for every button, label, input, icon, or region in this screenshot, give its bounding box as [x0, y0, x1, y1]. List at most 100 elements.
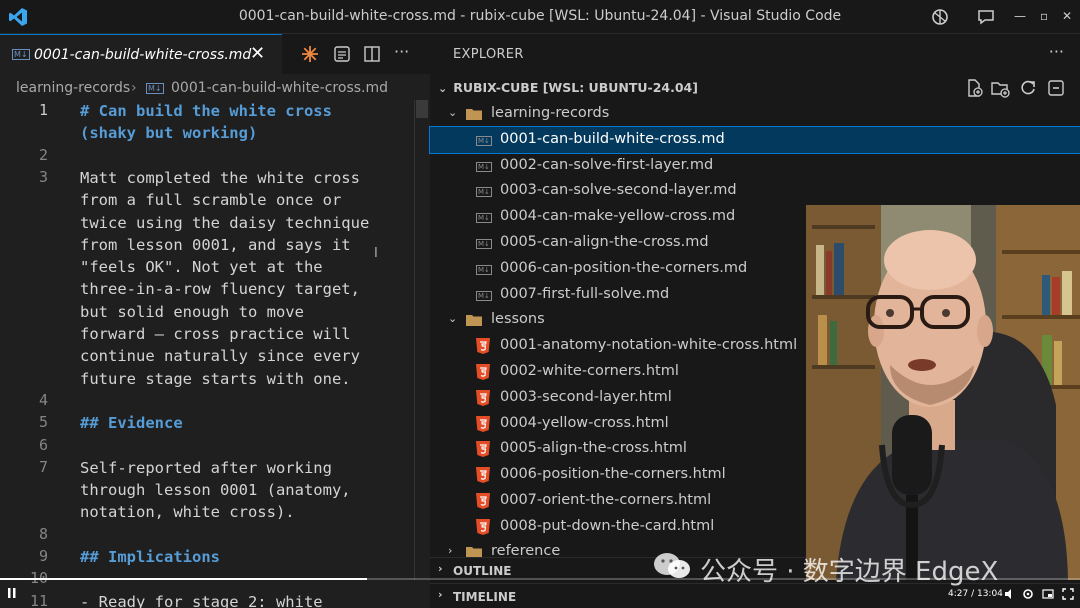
minimize-icon[interactable]: —: [1014, 9, 1026, 23]
file-label: 0004-can-make-yellow-cross.md: [500, 208, 736, 225]
tab-active-file[interactable]: M↓ 0001-can-build-white-cross.md ✕: [0, 34, 282, 74]
folder-label: lessons: [491, 311, 545, 328]
html-file-icon: [476, 441, 490, 458]
line-number: 4: [38, 390, 48, 409]
html-file-icon: [476, 364, 490, 380]
close-window-icon[interactable]: ✕: [1062, 9, 1072, 23]
file-label: 0007-orient-the-corners.html: [500, 492, 712, 508]
editor-divider: [414, 100, 415, 580]
volume-icon[interactable]: [1004, 588, 1016, 600]
breadcrumb-folder[interactable]: learning-records: [16, 80, 130, 96]
html-file-icon: [476, 493, 490, 509]
folder-icon: [466, 315, 482, 327]
tree-file[interactable]: M↓ 0002-can-solve-first-layer.md: [430, 153, 1080, 179]
line-number: 2: [38, 145, 48, 164]
code-line: through lesson 0001 (anatomy,: [80, 481, 351, 500]
code-line: future stage starts with one.: [80, 369, 351, 388]
new-file-icon[interactable]: [964, 78, 984, 98]
chevron-right-icon: ›: [448, 543, 453, 557]
code-line: twice using the daisy technique: [80, 213, 370, 232]
editor-pane[interactable]: 1 2 3 4 5 6 7 8 9 10 11 # Can build the white cros…: [0, 100, 430, 608]
markdown-file-icon: M↓: [476, 264, 492, 275]
markdown-file-icon: M↓: [476, 290, 492, 301]
fullscreen-icon[interactable]: [1062, 588, 1074, 600]
file-label: 0001-can-build-white-cross.md: [500, 130, 725, 147]
chat-icon[interactable]: [976, 7, 996, 27]
code-line: Self-reported after working: [80, 458, 332, 477]
markdown-file-icon: M↓: [146, 83, 164, 94]
tree-file[interactable]: M↓ 0001-can-build-white-cross.md: [429, 125, 1080, 154]
editor-tab-bar: M↓ 0001-can-build-white-cross.md ✕ ···: [0, 34, 430, 74]
explorer-more-icon[interactable]: ···: [1049, 42, 1064, 61]
file-label: 0006-can-position-the-corners.md: [500, 259, 748, 276]
split-editor-icon[interactable]: [362, 44, 382, 64]
maximize-icon[interactable]: ▫: [1040, 9, 1048, 23]
file-label: 0004-yellow-cross.html: [500, 414, 669, 431]
video-progress-fill: [0, 578, 368, 580]
close-tab-icon[interactable]: ✕: [250, 43, 265, 64]
chevron-right-icon: ›: [438, 562, 443, 575]
file-label: 0008-put-down-the-card.html: [500, 517, 715, 534]
markdown-file-icon: M↓: [476, 161, 492, 172]
video-progress-bar[interactable]: [0, 578, 1080, 580]
chevron-down-icon: ⌄: [438, 82, 448, 95]
editor-scrollbar[interactable]: [416, 100, 428, 118]
html-file-icon: [476, 338, 490, 355]
markdown-file-icon: M↓: [476, 213, 492, 224]
code-line: from lesson 0001, and says it: [80, 235, 351, 254]
file-label: 0006-position-the-corners.html: [500, 466, 726, 483]
webcam-overlay: [806, 205, 1080, 580]
code-line: three-in-a-row fluency target,: [80, 280, 360, 299]
pip-icon[interactable]: [1042, 588, 1054, 600]
breadcrumb-separator-icon: ›: [131, 80, 137, 96]
file-label: 0002-white-corners.html: [500, 363, 679, 379]
markdown-file-icon: M↓: [12, 49, 30, 60]
markdown-heading: ## Evidence: [80, 414, 183, 433]
file-label: 0005-can-align-the-cross.md: [500, 234, 709, 250]
markdown-file-icon: M↓: [476, 135, 492, 146]
workspace-root[interactable]: ⌄ RUBIX-CUBE [WSL: UBUNTU-24.04]: [438, 80, 698, 95]
line-number: 9: [38, 547, 48, 565]
more-actions-icon[interactable]: ···: [394, 42, 409, 61]
line-number: 5: [38, 413, 48, 432]
video-time: 4:27 / 13:04: [948, 589, 1003, 599]
text-cursor-icon: I: [374, 246, 378, 261]
new-folder-icon[interactable]: [990, 78, 1010, 98]
open-preview-icon[interactable]: [332, 44, 352, 64]
tree-file[interactable]: M↓ 0003-can-solve-second-layer.md: [430, 178, 1080, 204]
explorer-header: EXPLORER: [453, 47, 524, 62]
chevron-down-icon: ⌄: [448, 312, 458, 326]
file-label: 0003-second-layer.html: [500, 388, 672, 405]
copilot-icon[interactable]: [930, 7, 950, 27]
chevron-down-icon: ⌄: [448, 106, 458, 119]
html-file-icon: [476, 518, 490, 535]
collapse-all-icon[interactable]: [1046, 78, 1066, 98]
window-title: 0001-can-build-white-cross.md - rubix-cu…: [238, 8, 842, 24]
folder-icon: [466, 546, 482, 558]
code-line: but solid enough to move: [80, 302, 304, 321]
pause-icon[interactable]: [8, 588, 16, 598]
folder-icon: [466, 109, 482, 120]
settings-icon[interactable]: [1022, 588, 1034, 600]
sparkle-icon[interactable]: [300, 44, 320, 64]
tree-folder-learning-records[interactable]: ⌄ learning-records: [430, 101, 1080, 127]
presenter-video: [806, 205, 1080, 580]
file-label: 0001-anatomy-notation-white-cross.html: [500, 337, 798, 354]
line-number: 8: [38, 524, 48, 543]
markdown-file-icon: M↓: [476, 239, 492, 249]
refresh-icon[interactable]: [1018, 78, 1038, 98]
outline-label: OUTLINE: [453, 564, 512, 578]
html-file-icon: [476, 467, 490, 484]
folder-label: learning-records: [491, 105, 610, 121]
breadcrumb-file[interactable]: 0001-can-build-white-cross.md: [171, 80, 388, 96]
video-player-controls: 4:27 / 13:04: [0, 584, 1080, 608]
markdown-file-icon: M↓: [476, 187, 492, 198]
code-line: from a full scramble once or: [80, 191, 342, 210]
markdown-heading: # Can build the white cross: [80, 102, 332, 120]
html-file-icon: [476, 415, 490, 432]
code-line: "feels OK". Not yet at the: [80, 258, 323, 277]
html-file-icon: [476, 389, 490, 406]
line-number: 6: [38, 435, 48, 454]
file-label: 0003-can-solve-second-layer.md: [500, 182, 737, 199]
line-number-gutter: 1 2 3 4 5 6 7 8 9 10 11: [0, 100, 60, 608]
